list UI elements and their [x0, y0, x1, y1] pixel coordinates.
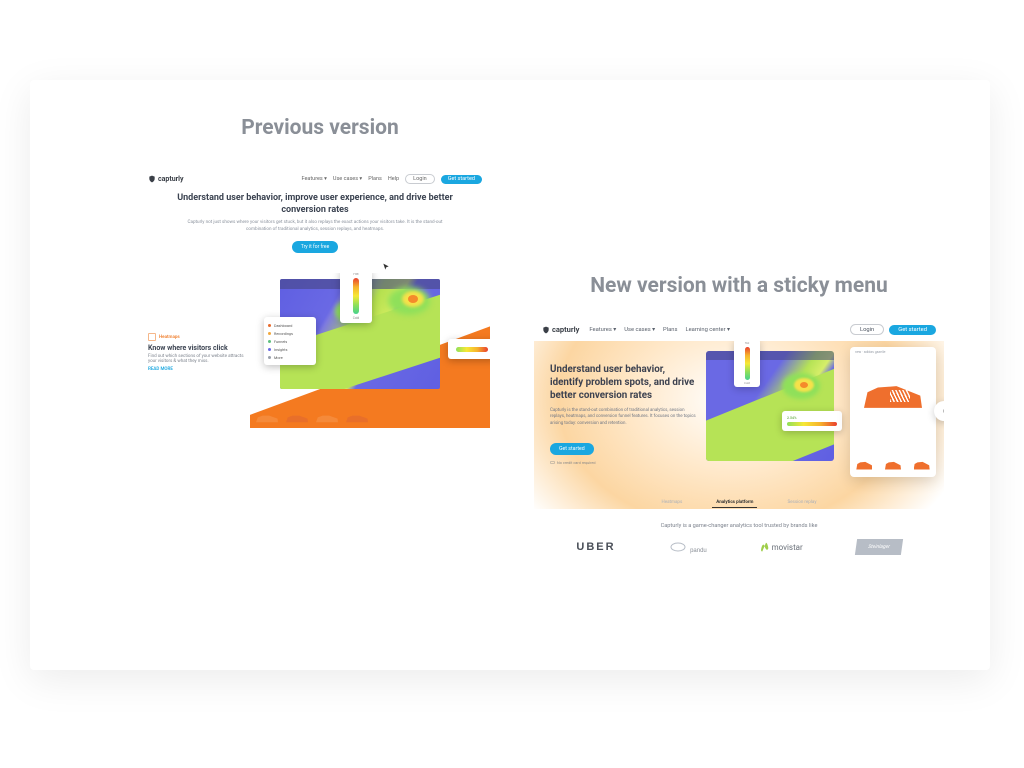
trust-line: Capturly is a game‑changer analytics too… — [534, 523, 944, 529]
brand-steinlager: Steinlager — [854, 539, 902, 555]
new-heat-chip: 2.54% — [782, 411, 842, 431]
menu-item[interactable]: More — [274, 355, 283, 360]
new-hero-section: Understand user behavior, identify probl… — [534, 341, 944, 509]
new-hero-note-text: No credit card required — [557, 460, 596, 465]
shoe-icon — [864, 378, 922, 412]
new-nav-learning[interactable]: Learning center ▾ — [685, 327, 729, 333]
prev-login-button[interactable]: Login — [405, 174, 435, 184]
card-icon — [550, 460, 555, 465]
prev-feature-title: Know where visitors click — [148, 344, 248, 352]
prev-hero-cta-button[interactable]: Try it for free — [292, 241, 338, 253]
prev-feature-block: Heatmaps Know where visitors click Find … — [148, 333, 248, 372]
new-logo: capturly — [542, 325, 579, 334]
shoe-thumb-icon[interactable] — [856, 459, 872, 471]
prev-product-strip — [256, 412, 368, 424]
prev-popup-menu: Dashboard Recordings Funnels Insights Mo… — [264, 317, 316, 365]
product-label: new · adidas gazelle — [850, 347, 936, 363]
new-login-button[interactable]: Login — [850, 324, 884, 335]
menu-item[interactable]: Dashboard — [274, 323, 292, 328]
new-navbar: capturly Features ▾ Use cases ▾ Plans Le… — [534, 318, 944, 341]
chip-value: 2.54% — [787, 416, 837, 420]
prev-heat-chip — [448, 339, 490, 359]
heat-gradient-icon — [353, 278, 359, 314]
prev-nav-features[interactable]: Features ▾ — [301, 176, 326, 182]
new-hero-copy: Understand user behavior, identify probl… — [550, 363, 700, 465]
prev-nav-usecases[interactable]: Use cases ▾ — [333, 176, 362, 182]
new-brand-text: capturly — [552, 325, 579, 334]
shoe-icon — [316, 412, 338, 424]
slider-bottom-label: Cold — [353, 316, 359, 320]
product-image — [850, 363, 936, 427]
shoe-icon — [346, 412, 368, 424]
menu-item[interactable]: Recordings — [274, 331, 293, 336]
slider-top-label: Hot — [745, 341, 750, 345]
brand-logo-row: UBER pandu movistar Steinlager — [534, 539, 944, 555]
tab-analytics[interactable]: Analytics platform — [716, 500, 753, 505]
prev-feature-body: Find out which sections of your website … — [148, 354, 248, 364]
new-nav-usecases[interactable]: Use cases ▾ — [624, 327, 655, 333]
prev-feature-badge-text: Heatmaps — [159, 335, 180, 340]
prev-heat-slider: Hot Cold — [340, 273, 372, 323]
new-version-heading: New version with a sticky menu — [534, 274, 944, 298]
slider-top-label: Hot — [353, 273, 358, 276]
slider-bottom-label: Cold — [744, 381, 750, 385]
new-version-screenshot: capturly Features ▾ Use cases ▾ Plans Le… — [534, 318, 944, 555]
brand-steinlager-text: Steinlager — [867, 544, 889, 550]
new-heat-slider: Hot Cold — [734, 341, 760, 387]
movistar-logo-icon — [760, 542, 769, 553]
shoe-icon — [286, 412, 308, 424]
pandu-logo-icon — [668, 540, 688, 552]
prev-feature-badge: Heatmaps — [148, 333, 180, 341]
comparison-slide: Previous version capturly Features ▾ Use… — [30, 80, 990, 670]
shield-icon — [148, 175, 156, 183]
new-heatmap-image — [706, 351, 834, 461]
menu-item[interactable]: Funnels — [274, 339, 287, 344]
brand-pandu: pandu — [668, 540, 706, 554]
shield-icon — [542, 326, 550, 334]
brand-movistar: movistar — [760, 542, 803, 553]
heatmap-icon — [148, 333, 156, 341]
prev-nav-help[interactable]: Help — [388, 176, 399, 182]
shoe-thumb-icon[interactable] — [914, 459, 930, 471]
menu-item[interactable]: Insights — [274, 347, 287, 352]
brand-movistar-text: movistar — [772, 543, 803, 552]
heat-bar-icon — [787, 422, 837, 426]
new-hero-note: No credit card required — [550, 460, 700, 465]
new-hero-cta-button[interactable]: Get started — [550, 443, 594, 455]
brand-pandu-text: pandu — [690, 548, 707, 554]
prev-logo: capturly — [148, 175, 184, 183]
new-nav-plans[interactable]: Plans — [663, 327, 677, 333]
prev-navbar: capturly Features ▾ Use cases ▾ Plans He… — [140, 168, 490, 190]
prev-readmore-link[interactable]: READ MORE — [148, 367, 248, 372]
heat-bar-icon — [456, 347, 488, 352]
previous-version-screenshot: capturly Features ▾ Use cases ▾ Plans He… — [140, 168, 490, 428]
prev-heatmap-area: Dashboard Recordings Funnels Insights Mo… — [250, 273, 490, 428]
tab-session[interactable]: Session replay — [787, 500, 816, 505]
prev-hero-title: Understand user behavior, improve user e… — [140, 190, 490, 220]
product-thumbnails — [850, 459, 936, 471]
prev-brand-text: capturly — [158, 175, 184, 183]
new-version-column: New version with a sticky menu capturly … — [534, 274, 944, 555]
new-hero-title: Understand user behavior, identify probl… — [550, 363, 700, 403]
heat-gradient-icon — [745, 347, 750, 380]
brand-uber: UBER — [576, 541, 615, 553]
prev-hero-subtitle: Capturly not just shows where your visit… — [140, 220, 490, 233]
new-hero-tabs: Heatmaps Analytics platform Session repl… — [534, 500, 944, 505]
shoe-thumb-icon[interactable] — [885, 459, 901, 471]
new-nav-features[interactable]: Features ▾ — [589, 327, 616, 333]
prev-getstarted-button[interactable]: Get started — [441, 175, 482, 184]
new-getstarted-button[interactable]: Get started — [889, 325, 936, 335]
new-hero-subtitle: Capturly is the stand‑out combination of… — [550, 408, 700, 428]
shoe-icon — [256, 412, 278, 424]
previous-version-heading: Previous version — [140, 116, 490, 140]
prev-nav-plans[interactable]: Plans — [368, 176, 382, 182]
tab-heatmaps[interactable]: Heatmaps — [662, 500, 683, 505]
cursor-icon — [382, 256, 390, 264]
new-product-card: new · adidas gazelle — [850, 347, 936, 477]
trust-section: Capturly is a game‑changer analytics too… — [534, 523, 944, 555]
chevron-right-icon — [940, 407, 944, 415]
previous-version-column: Previous version capturly Features ▾ Use… — [140, 116, 490, 428]
